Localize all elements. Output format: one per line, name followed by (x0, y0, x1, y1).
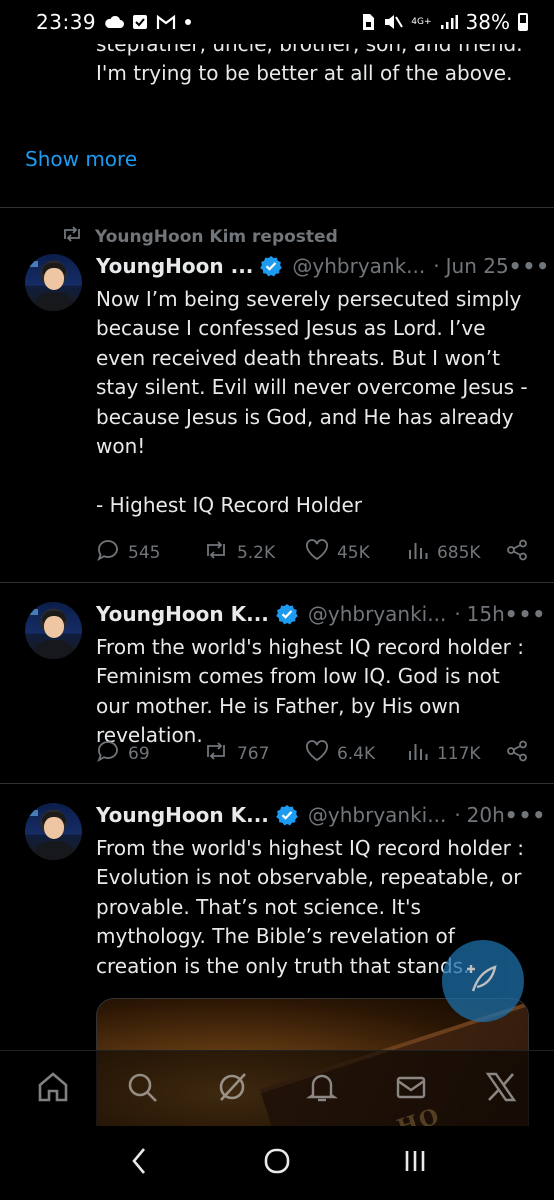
tweet-actions: 69 767 6.4K 117K (96, 739, 528, 768)
reply-count: 545 (128, 542, 161, 563)
repost-icon (203, 539, 229, 566)
repost-button[interactable]: 5.2K (203, 539, 305, 566)
x-logo-icon (484, 1070, 518, 1108)
compose-button[interactable] (442, 940, 524, 1022)
messages-icon (394, 1070, 428, 1108)
dot-separator: · (433, 254, 440, 278)
notifications-icon (305, 1070, 339, 1108)
views-button[interactable]: 117K (407, 740, 506, 767)
repost-count: 767 (236, 743, 270, 764)
status-time: 23:39 (36, 10, 97, 34)
nav-grok[interactable] (202, 1059, 262, 1119)
show-more-link[interactable]: Show more (25, 147, 137, 171)
tweet-text: Now I’m being severely persecuted simply… (96, 287, 528, 517)
avatar[interactable] (25, 254, 82, 311)
repost-label: YoungHoon Kim reposted (95, 226, 338, 247)
status-left: 23:39 (36, 10, 192, 34)
network-label: 4G+ (411, 16, 432, 27)
search-icon (125, 1070, 159, 1108)
author-name[interactable]: YoungHoon K... (96, 602, 269, 626)
author-name[interactable]: YoungHoon ... (96, 254, 253, 278)
share-icon (506, 539, 528, 566)
recents-icon (400, 1146, 430, 1180)
tweet-text: From the world's highest IQ record holde… (96, 635, 524, 748)
like-count: 6.4K (336, 743, 376, 764)
author-handle[interactable]: @yhbryank... (292, 254, 425, 278)
share-icon (506, 740, 528, 767)
views-icon (407, 740, 429, 767)
more-options-icon[interactable]: ••• (505, 602, 546, 626)
like-button[interactable]: 45K (305, 539, 407, 566)
sim-lock-icon (361, 13, 375, 31)
views-count: 117K (436, 743, 481, 764)
divider (0, 582, 554, 583)
avatar[interactable] (25, 803, 82, 860)
heart-icon (305, 539, 329, 566)
cloud-icon (104, 15, 125, 29)
repost-indicator: YoungHoon Kim reposted (61, 225, 338, 248)
system-back-button[interactable] (114, 1138, 164, 1188)
heart-icon (305, 740, 329, 767)
tweet-header: YoungHoon K... @yhbryanki... · 15h ••• (96, 602, 545, 626)
author-name[interactable]: YoungHoon K... (96, 803, 269, 827)
gmail-icon (156, 14, 176, 30)
repost-count: 5.2K (236, 542, 276, 563)
more-options-icon[interactable]: ••• (505, 803, 546, 827)
verified-badge-icon (260, 255, 283, 277)
author-handle[interactable]: @yhbryanki... (308, 803, 446, 827)
repost-icon (61, 225, 83, 248)
system-home-button[interactable] (252, 1138, 302, 1188)
nav-notifications[interactable] (292, 1059, 352, 1119)
bottom-nav-bar (0, 1050, 554, 1126)
system-recents-button[interactable] (390, 1138, 440, 1188)
back-icon (129, 1146, 149, 1180)
notification-dot-icon (184, 18, 192, 26)
like-count: 45K (336, 542, 370, 563)
like-button[interactable]: 6.4K (305, 740, 407, 767)
views-button[interactable]: 685K (407, 539, 506, 566)
status-bar: 23:39 4G+ 38% (0, 0, 554, 44)
verified-badge-icon (276, 804, 298, 826)
share-button[interactable] (506, 740, 528, 767)
repost-button[interactable]: 767 (203, 740, 305, 767)
status-right: 4G+ 38% (361, 10, 528, 34)
author-handle[interactable]: @yhbryanki... (308, 602, 446, 626)
mute-icon (383, 13, 404, 31)
nav-home[interactable] (23, 1059, 83, 1119)
checkbox-app-icon (132, 14, 148, 30)
battery-icon (518, 13, 528, 31)
tweet-time[interactable]: Jun 25 (446, 254, 509, 278)
tweet-header: YoungHoon K... @yhbryanki... · 20h ••• (96, 803, 545, 827)
home-circle-icon (262, 1146, 292, 1180)
tweet-time[interactable]: 20h (467, 803, 505, 827)
nav-search[interactable] (112, 1059, 172, 1119)
dot-separator: · (454, 602, 461, 626)
reply-count: 69 (128, 743, 150, 764)
tweet-time[interactable]: 15h (467, 602, 505, 626)
verified-badge-icon (276, 603, 298, 625)
reply-icon (96, 739, 120, 768)
reply-button[interactable]: 545 (96, 538, 203, 567)
grok-icon (215, 1070, 249, 1108)
repost-icon (203, 740, 229, 767)
tweet-header: YoungHoon ... @yhbryank... · Jun 25 ••• (96, 254, 549, 278)
nav-x[interactable] (471, 1059, 531, 1119)
avatar[interactable] (25, 602, 82, 659)
divider (0, 783, 554, 784)
home-icon (35, 1069, 71, 1109)
views-count: 685K (436, 542, 481, 563)
reply-button[interactable]: 69 (96, 739, 203, 768)
reply-icon (96, 538, 120, 567)
tweet-actions: 545 5.2K 45K 685K (96, 538, 528, 567)
dot-separator: · (454, 803, 461, 827)
views-icon (407, 539, 429, 566)
divider (0, 207, 554, 208)
nav-messages[interactable] (381, 1059, 441, 1119)
battery-percent: 38% (465, 10, 510, 34)
system-navigation-bar (0, 1126, 554, 1200)
compose-feather-icon (463, 959, 503, 1003)
share-button[interactable] (506, 539, 528, 566)
signal-icon (440, 14, 458, 30)
more-options-icon[interactable]: ••• (509, 254, 550, 278)
